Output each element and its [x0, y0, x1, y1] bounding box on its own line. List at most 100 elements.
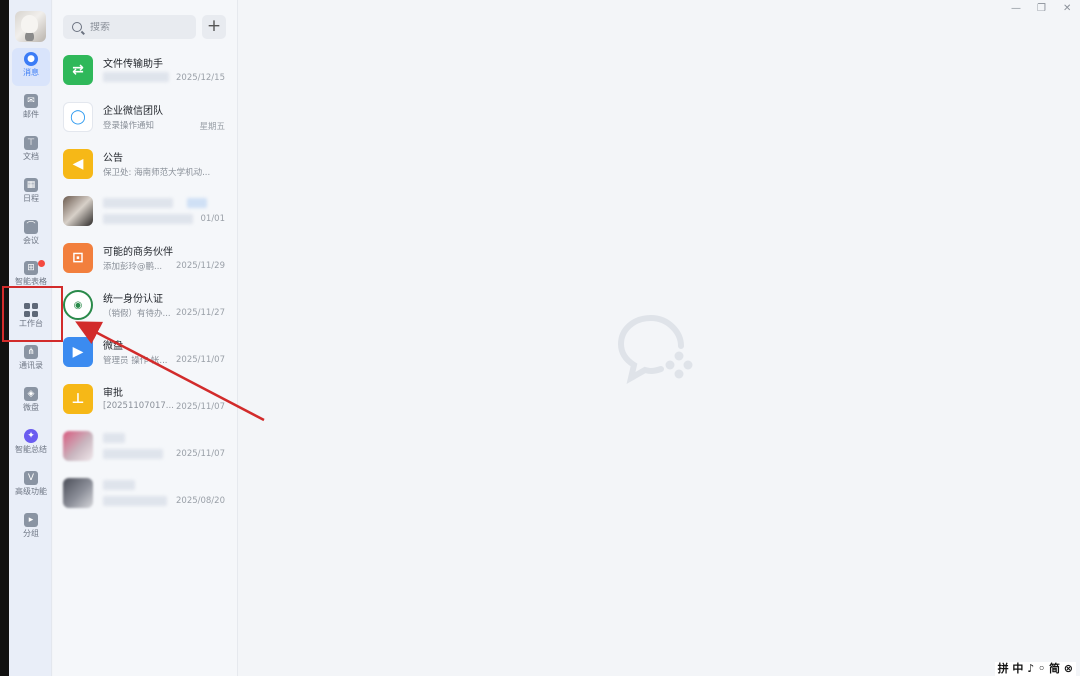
calendar-icon: ▦ — [24, 178, 38, 192]
conversation-preview: 添加彭玲@鹏... — [103, 262, 163, 272]
list-item[interactable]: 2025/08/20 — [53, 469, 238, 516]
nav-label: 工作台 — [19, 319, 43, 328]
org-chart-icon: ⋔ — [24, 345, 38, 359]
list-item[interactable]: ◯ 企业微信团队 登录操作通知 星期五 — [53, 93, 238, 140]
document-icon: ⊤ — [24, 136, 38, 150]
conversation-preview: （销假）有待办... — [103, 309, 171, 319]
list-item[interactable]: ⇄ 文件传输助手 2025/12/15 — [53, 46, 238, 93]
advanced-v-icon: V — [24, 471, 38, 485]
add-button[interactable]: + — [202, 15, 226, 39]
conversation-name: 微盘 — [103, 341, 123, 352]
conversation-name: 审批 — [103, 388, 123, 399]
chat-bubble-icon: ● — [24, 52, 38, 66]
conversation-time: 2025/11/27 — [176, 308, 225, 318]
weipan-drive-icon: ▶ — [63, 337, 93, 367]
group-avatar — [63, 196, 93, 226]
nav-label: 消息 — [23, 68, 39, 77]
blurred-preview — [103, 496, 167, 506]
mail-icon: ✉ — [24, 94, 38, 108]
conversation-name: 企业微信团队 — [103, 106, 163, 117]
wecom-logo-placeholder-icon — [617, 315, 693, 385]
list-item[interactable]: 01/01 — [53, 187, 238, 234]
blurred-preview — [103, 72, 169, 82]
file-transfer-icon: ⇄ — [63, 55, 93, 85]
contact-avatar — [63, 478, 93, 508]
conversation-panel: + ⇄ 文件传输助手 2025/12/15 ◯ 企业微信团队 登录操作通知 星期… — [53, 0, 238, 676]
nav-item-weipan[interactable]: ◈ 微盘 — [12, 383, 50, 421]
list-item[interactable]: ▶ 微盘 管理员 操作 帐... 2025/11/07 — [53, 328, 238, 375]
conversation-name: 统一身份认证 — [103, 294, 163, 305]
nav-label: 邮件 — [23, 110, 39, 119]
nav-item-mail[interactable]: ✉ 邮件 — [12, 90, 50, 128]
close-button[interactable]: ✕ — [1063, 3, 1071, 14]
blurred-preview — [103, 449, 163, 459]
blurred-name — [103, 433, 125, 443]
wecom-team-icon: ◯ — [63, 102, 93, 132]
approval-stamp-icon: ⊥ — [63, 384, 93, 414]
restore-button[interactable]: ❐ — [1037, 3, 1046, 14]
conversation-time: 2025/11/07 — [176, 355, 225, 365]
tag-icon: ▸ — [24, 513, 38, 527]
list-item[interactable]: ⊡ 可能的商务伙伴 添加彭玲@鹏... 2025/11/29 — [53, 234, 238, 281]
conversation-time: 2025/08/20 — [176, 496, 225, 506]
conversation-preview: [20251107017... — [103, 401, 174, 411]
nav-item-contacts[interactable]: ⋔ 通讯录 — [12, 341, 50, 379]
list-item[interactable]: ◀ 公告 保卫处: 海南师范大学机动... — [53, 140, 238, 187]
conversation-time: 2025/11/29 — [176, 261, 225, 271]
nav-label: 通讯录 — [19, 361, 43, 370]
nav-label: 高级功能 — [15, 487, 47, 496]
conversation-name: 可能的商务伙伴 — [103, 247, 173, 258]
search-box[interactable] — [63, 15, 196, 39]
blurred-name — [103, 480, 135, 490]
minimize-button[interactable]: — — [1011, 3, 1021, 14]
nav-rail: ● 消息 ✉ 邮件 ⊤ 文档 ▦ 日程 ⌒ 会议 ⊞ 智能表格 工作台 ⋔ 通讯… — [9, 0, 52, 676]
contact-avatar — [63, 431, 93, 461]
list-item[interactable]: ⊥ 审批 [20251107017... 2025/11/07 — [53, 375, 238, 422]
conversation-time: 01/01 — [200, 214, 226, 224]
conversation-preview: 保卫处: 海南师范大学机动... — [103, 168, 211, 178]
nav-item-calendar[interactable]: ▦ 日程 — [12, 174, 50, 212]
blurred-preview — [103, 214, 193, 224]
nav-item-advanced[interactable]: V 高级功能 — [12, 467, 50, 505]
notification-dot — [38, 260, 45, 267]
conversation-time: 2025/11/07 — [176, 402, 225, 412]
nav-label: 文档 — [23, 152, 39, 161]
workbench-grid-icon — [24, 303, 38, 317]
window-edge — [0, 0, 9, 676]
list-item[interactable]: ◉ 统一身份认证 （销假）有待办... 2025/11/27 — [53, 281, 238, 328]
meeting-icon: ⌒ — [24, 220, 38, 234]
conversation-name: 文件传输助手 — [103, 59, 163, 70]
nav-label: 智能表格 — [15, 277, 47, 286]
search-icon — [72, 22, 82, 32]
ai-summary-icon: ✦ — [24, 429, 38, 443]
business-partner-icon: ⊡ — [63, 243, 93, 273]
nav-label: 日程 — [23, 194, 39, 203]
blurred-tag — [187, 198, 207, 208]
university-seal-icon: ◉ — [63, 290, 93, 320]
nav-label: 会议 — [23, 236, 39, 245]
conversation-preview: 登录操作通知 — [103, 121, 155, 131]
smart-table-icon: ⊞ — [24, 261, 38, 275]
conversation-name: 公告 — [103, 153, 123, 164]
nav-label: 微盘 — [23, 403, 39, 412]
user-avatar[interactable] — [15, 11, 46, 42]
conversation-preview: 管理员 操作 帐... — [103, 356, 168, 366]
conversation-time: 星期五 — [199, 122, 225, 132]
list-item[interactable]: 2025/11/07 — [53, 422, 238, 469]
ime-toolbar[interactable]: 拼 中 ♪ ◦ 简 ⊗ — [994, 662, 1076, 676]
nav-item-meeting[interactable]: ⌒ 会议 — [12, 216, 50, 254]
nav-item-docs[interactable]: ⊤ 文档 — [12, 132, 50, 170]
conversation-time: 2025/11/07 — [176, 449, 225, 459]
nav-item-workbench[interactable]: 工作台 — [12, 299, 50, 337]
nav-label: 分组 — [23, 529, 39, 538]
nav-item-groups[interactable]: ▸ 分组 — [12, 509, 50, 547]
chat-main-area: — ❐ ✕ 拼 中 ♪ ◦ 简 ⊗ — [239, 0, 1080, 676]
nav-item-messages[interactable]: ● 消息 — [12, 48, 50, 86]
search-input[interactable] — [90, 21, 190, 33]
nav-label: 智能总结 — [15, 445, 47, 454]
megaphone-icon: ◀ — [63, 149, 93, 179]
nav-item-ai-summary[interactable]: ✦ 智能总结 — [12, 425, 50, 463]
blurred-name — [103, 198, 173, 208]
conversation-time: 2025/12/15 — [176, 73, 225, 83]
nav-item-smart-table[interactable]: ⊞ 智能表格 — [12, 257, 50, 295]
